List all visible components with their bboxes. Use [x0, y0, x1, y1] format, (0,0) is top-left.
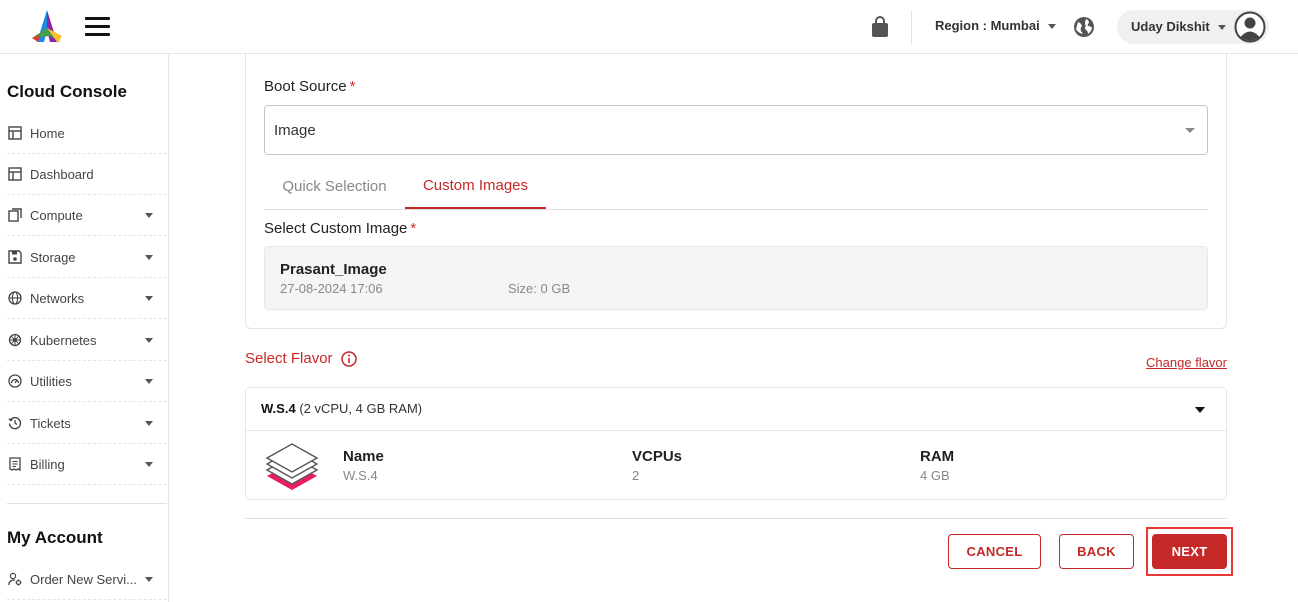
flavor-dropdown[interactable]: W.S.4 (2 vCPU, 4 GB RAM)	[246, 388, 1226, 431]
sidebar-item-home[interactable]: Home	[7, 113, 167, 154]
user-menu[interactable]: Uday Dikshit	[1117, 10, 1269, 44]
chevron-down-icon	[1195, 407, 1205, 413]
sidebar-heading-my-account: My Account	[7, 528, 103, 547]
layout-icon	[7, 166, 23, 182]
sidebar-item-storage[interactable]: Storage	[7, 237, 167, 278]
sidebar-item-kubernetes[interactable]: Kubernetes	[7, 320, 167, 361]
boot-source-value: Image	[274, 122, 316, 139]
image-name: Prasant_Image	[280, 261, 387, 278]
chevron-down-icon	[1217, 25, 1226, 30]
sidebar-item-label: Storage	[30, 249, 76, 265]
sidebar-item-label: Billing	[30, 456, 65, 472]
chevron-down-icon	[145, 576, 153, 582]
chevron-down-icon	[1047, 24, 1056, 29]
user-name-wrap: Uday Dikshit	[1131, 19, 1226, 34]
flavor-col-ram-header: RAM	[920, 448, 955, 465]
chevron-down-icon	[145, 212, 153, 218]
sidebar-item-billing[interactable]: Billing	[7, 444, 167, 485]
chevron-down-icon	[1185, 128, 1195, 133]
sidebar-item-label: Networks	[30, 290, 85, 306]
change-flavor-link[interactable]: Change flavor	[1146, 355, 1227, 370]
tabs-divider	[264, 209, 1208, 210]
flavor-col-vcpus-value: 2	[632, 468, 640, 483]
sidebar-item-dashboard[interactable]: Dashboard	[7, 154, 167, 195]
info-icon[interactable]	[340, 350, 357, 367]
image-size: Size: 0 GB	[508, 281, 571, 296]
sidebar-item-compute[interactable]: Compute	[7, 195, 167, 236]
globe-icon	[7, 290, 23, 306]
sidebar-item-label: Order New Servi...	[30, 571, 137, 587]
menu-toggle-icon[interactable]	[85, 17, 110, 37]
tab-custom-images[interactable]: Custom Images	[405, 164, 546, 209]
sidebar-item-label: Tickets	[30, 415, 71, 431]
sidebar-item-label: Home	[30, 125, 65, 141]
required-mark: *	[410, 220, 417, 237]
select-flavor-heading: Select Flavor	[245, 350, 357, 367]
sidebar-item-label: Utilities	[30, 373, 72, 389]
chevron-down-icon	[145, 254, 153, 260]
user-gear-icon	[7, 571, 23, 587]
header-divider	[911, 10, 912, 44]
region-label: Region : Mumbai	[935, 18, 1040, 33]
chevron-down-icon	[145, 420, 153, 426]
boot-source-label-text: Boot Source	[264, 78, 347, 95]
select-flavor-title: Select Flavor	[245, 350, 333, 367]
custom-image-option[interactable]: Prasant_Image 27-08-2024 17:06 Size: 0 G…	[264, 246, 1208, 310]
sidebar-item-order-new-service[interactable]: Order New Servi...	[7, 559, 167, 600]
flavor-selected-name: W.S.4	[261, 401, 296, 416]
sidebar-item-label: Compute	[30, 207, 83, 223]
custom-image-label-text: Select Custom Image	[264, 220, 408, 237]
required-mark: *	[349, 78, 356, 95]
flavor-selected-spec: (2 vCPU, 4 GB RAM)	[299, 401, 423, 416]
sidebar-item-utilities[interactable]: Utilities	[7, 361, 167, 402]
sidebar-item-tickets[interactable]: Tickets	[7, 403, 167, 444]
sidebar-item-label: Dashboard	[30, 166, 94, 182]
back-button[interactable]: BACK	[1059, 534, 1134, 569]
shopping-bag-icon[interactable]	[870, 16, 890, 38]
gauge-icon	[7, 373, 23, 389]
sidebar-item-networks[interactable]: Networks	[7, 278, 167, 319]
flavor-card: W.S.4 (2 vCPU, 4 GB RAM) Name W.S.4 VCPU…	[245, 387, 1227, 500]
actions-divider	[245, 518, 1227, 519]
brand-logo[interactable]	[28, 8, 66, 46]
flavor-col-ram-value: 4 GB	[920, 468, 950, 483]
layout-icon	[7, 125, 23, 141]
next-button[interactable]: NEXT	[1152, 534, 1227, 569]
cancel-button[interactable]: CANCEL	[948, 534, 1041, 569]
copy-icon	[7, 207, 23, 223]
sidebar: Cloud Console Home Dashboard Compute Sto…	[0, 54, 169, 602]
sidebar-item-label: Kubernetes	[30, 332, 97, 348]
chevron-down-icon	[145, 295, 153, 301]
layers-icon	[265, 443, 319, 490]
save-icon	[7, 249, 23, 265]
history-icon	[7, 415, 23, 431]
custom-image-label: Select Custom Image *	[264, 220, 416, 237]
avatar-icon	[1234, 11, 1266, 43]
sidebar-divider	[7, 503, 167, 504]
flavor-summary: W.S.4 (2 vCPU, 4 GB RAM)	[261, 401, 422, 416]
boot-source-select[interactable]: Image	[264, 105, 1208, 155]
helm-icon	[7, 332, 23, 348]
region-selector[interactable]: Region : Mumbai	[935, 18, 1056, 33]
flavor-col-vcpus-header: VCPUs	[632, 448, 683, 465]
chevron-down-icon	[145, 378, 153, 384]
chevron-down-icon	[145, 337, 153, 343]
flavor-col-name-header: Name	[343, 448, 384, 465]
user-name: Uday Dikshit	[1131, 19, 1210, 34]
sidebar-heading-cloud-console: Cloud Console	[7, 82, 127, 101]
globe-icon[interactable]	[1073, 16, 1095, 38]
receipt-icon	[7, 456, 23, 472]
chevron-down-icon	[145, 461, 153, 467]
tab-quick-selection[interactable]: Quick Selection	[264, 164, 405, 209]
top-header: Region : Mumbai Uday Dikshit	[0, 0, 1298, 54]
flavor-col-name-value: W.S.4	[343, 468, 378, 483]
boot-source-label: Boot Source *	[264, 78, 355, 95]
image-date: 27-08-2024 17:06	[280, 281, 383, 296]
